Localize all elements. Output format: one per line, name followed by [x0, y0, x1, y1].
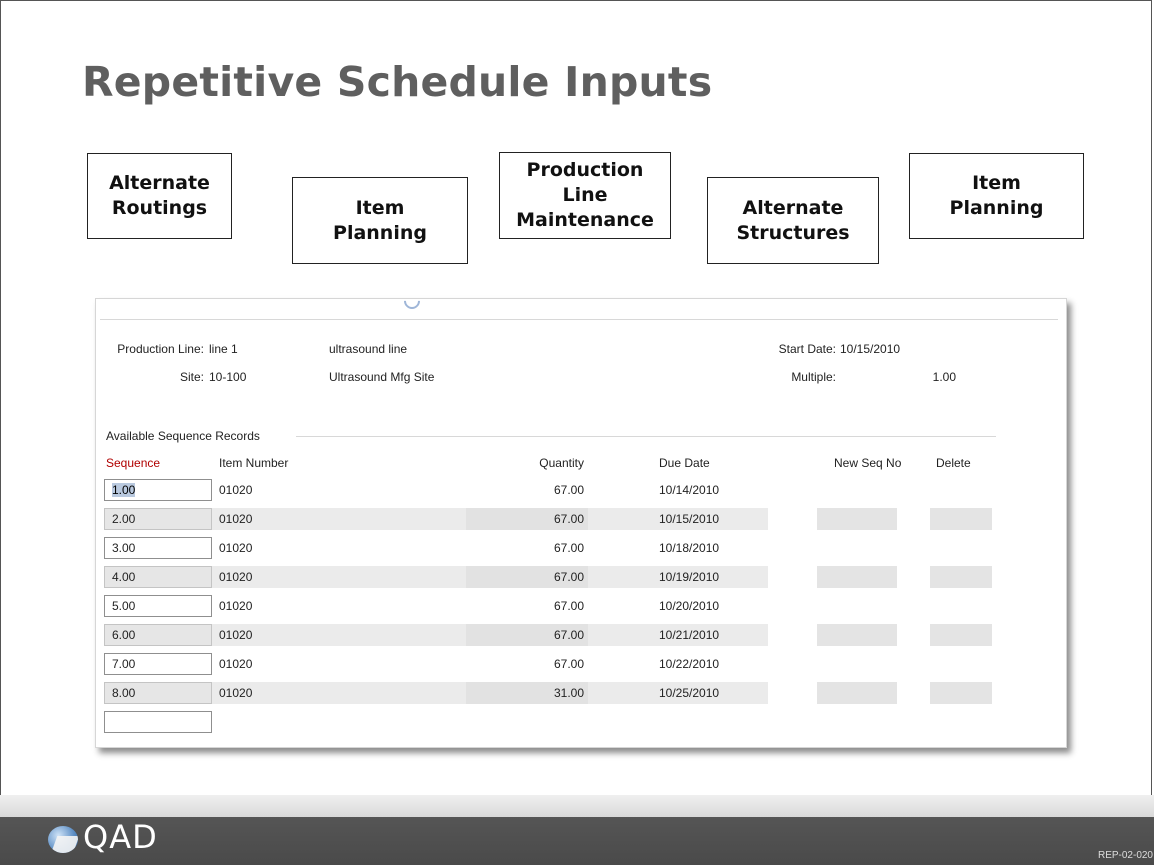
start-date-label: Start Date: — [778, 342, 836, 356]
new-seq-no-input[interactable] — [817, 682, 897, 704]
production-line-value[interactable]: line 1 — [209, 342, 238, 356]
multiple-label: Multiple: — [791, 370, 836, 384]
sequence-input[interactable]: 3.00 — [104, 537, 212, 559]
new-seq-no-input[interactable] — [817, 624, 897, 646]
sequence-input[interactable]: 7.00 — [104, 653, 212, 675]
due-date-cell: 10/18/2010 — [659, 541, 720, 555]
box-item-planning-2: Item Planning — [909, 153, 1084, 239]
column-header-new-seq-no: New Seq No — [834, 456, 902, 470]
box-production-line-maintenance: Production Line Maintenance — [499, 152, 671, 239]
divider — [100, 319, 1058, 320]
item-number-cell: 01020 — [219, 570, 253, 584]
table-row-background — [211, 624, 685, 646]
sequence-input[interactable]: 1.00 — [104, 479, 212, 501]
site-label: Site: — [179, 370, 204, 384]
slide-title: Repetitive Schedule Inputs — [82, 58, 713, 106]
sequence-input[interactable]: 6.00 — [104, 624, 212, 646]
due-date-cell: 10/21/2010 — [659, 628, 720, 642]
site-value[interactable]: 10-100 — [209, 370, 246, 384]
quantity-cell: 67.00 — [553, 599, 584, 613]
new-sequence-input[interactable] — [104, 711, 212, 733]
due-date-cell: 10/15/2010 — [659, 512, 720, 526]
box-item-planning-1: Item Planning — [292, 177, 468, 264]
footer-bar — [0, 795, 1154, 865]
sequence-form-panel: Production Line: line 1 ultrasound line … — [95, 289, 1067, 748]
column-header-due-date: Due Date — [659, 456, 710, 470]
sequence-input[interactable]: 5.00 — [104, 595, 212, 617]
qad-logo-icon — [48, 826, 78, 853]
column-header-sequence[interactable]: Sequence — [106, 456, 160, 470]
box-alternate-structures: Alternate Structures — [707, 177, 879, 264]
due-date-cell: 10/14/2010 — [659, 483, 720, 497]
item-number-cell: 01020 — [219, 657, 253, 671]
table-row-background — [211, 508, 685, 530]
quantity-cell: 67.00 — [553, 657, 584, 671]
item-number-cell: 01020 — [219, 541, 253, 555]
due-date-cell: 10/19/2010 — [659, 570, 720, 584]
start-date-value[interactable]: 10/15/2010 — [840, 342, 900, 356]
due-date-cell: 10/22/2010 — [659, 657, 720, 671]
multiple-value[interactable]: 1.00 — [886, 370, 956, 384]
delete-input[interactable] — [930, 682, 992, 704]
quantity-cell: 67.00 — [553, 628, 584, 642]
item-number-cell: 01020 — [219, 599, 253, 613]
site-description: Ultrasound Mfg Site — [329, 370, 435, 384]
quantity-cell: 31.00 — [553, 686, 584, 700]
slide-code: REP-02-020 — [1097, 850, 1153, 861]
item-number-cell: 01020 — [219, 686, 253, 700]
item-number-cell: 01020 — [219, 483, 253, 497]
column-header-quantity: Quantity — [539, 456, 584, 470]
production-line-description: ultrasound line — [329, 342, 408, 356]
table-row-background — [211, 682, 685, 704]
quantity-cell: 67.00 — [553, 570, 584, 584]
production-line-label: Production Line: — [117, 342, 204, 356]
sequence-input[interactable]: 2.00 — [104, 508, 212, 530]
sequence-input[interactable]: 8.00 — [104, 682, 212, 704]
sequence-input[interactable]: 4.00 — [104, 566, 212, 588]
column-header-item-number: Item Number — [219, 456, 289, 470]
delete-input[interactable] — [930, 508, 992, 530]
box-alternate-routings: Alternate Routings — [87, 153, 232, 239]
new-seq-no-input[interactable] — [817, 566, 897, 588]
column-header-delete: Delete — [936, 456, 971, 470]
due-date-cell: 10/25/2010 — [659, 686, 720, 700]
delete-input[interactable] — [930, 566, 992, 588]
quantity-cell: 67.00 — [553, 541, 584, 555]
section-title: Available Sequence Records — [106, 429, 260, 443]
qad-logo-text: QAD — [83, 818, 158, 856]
delete-input[interactable] — [930, 624, 992, 646]
item-number-cell: 01020 — [219, 628, 253, 642]
quantity-cell: 67.00 — [553, 483, 584, 497]
section-divider — [296, 436, 996, 437]
table-row-background — [211, 566, 685, 588]
sequence-value: 1.00 — [112, 483, 136, 497]
quantity-cell: 67.00 — [553, 512, 584, 526]
item-number-cell: 01020 — [219, 512, 253, 526]
new-seq-no-input[interactable] — [817, 508, 897, 530]
due-date-cell: 10/20/2010 — [659, 599, 720, 613]
